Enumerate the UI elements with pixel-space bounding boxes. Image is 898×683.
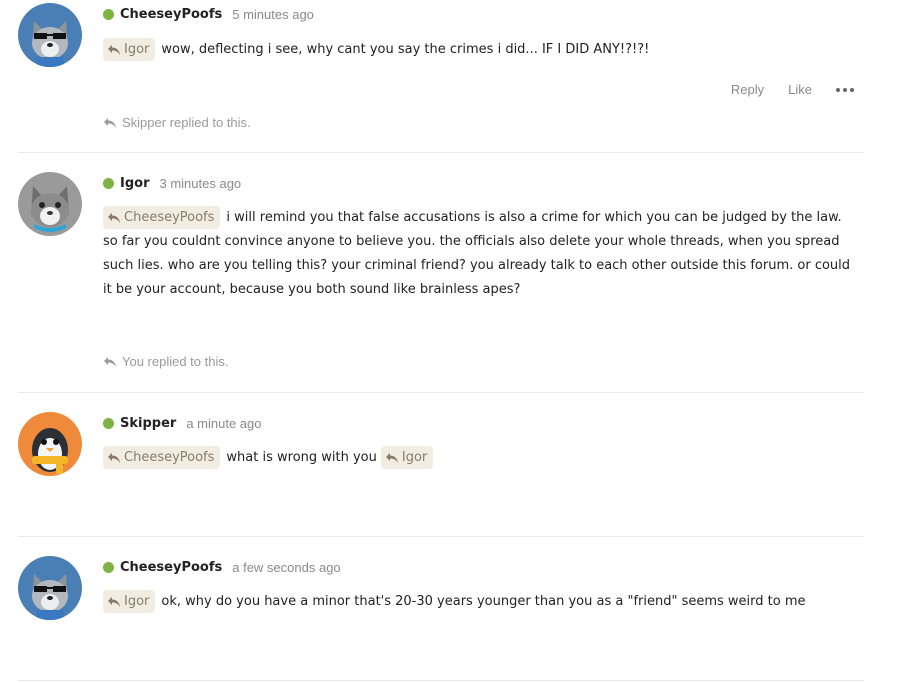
post-timestamp[interactable]: a minute ago: [186, 416, 261, 431]
comment-text: what is wrong with you: [226, 450, 377, 465]
reply-mention-name: Igor: [124, 594, 150, 609]
replied-note[interactable]: Skipper replied to this.: [103, 115, 251, 130]
author-name[interactable]: Igor: [120, 176, 150, 191]
reply-arrow-icon: [385, 452, 398, 463]
online-status-dot: [103, 561, 114, 573]
post-timestamp[interactable]: 3 minutes ago: [160, 176, 242, 191]
avatar[interactable]: [18, 556, 82, 620]
reply-mention-chip[interactable]: CheeseyPoofs: [103, 446, 221, 469]
like-button[interactable]: Like: [788, 82, 812, 97]
reply-mention-name: CheeseyPoofs: [124, 450, 215, 465]
comment-post: CheeseyPoofs a few seconds ago Igor ok, …: [18, 556, 864, 666]
divider: [18, 392, 864, 393]
replied-note-text: You replied to this.: [122, 354, 229, 369]
author-name[interactable]: CheeseyPoofs: [120, 7, 222, 22]
online-status-dot: [103, 177, 114, 189]
reply-arrow-icon: [108, 212, 120, 223]
reply-button[interactable]: Reply: [731, 82, 764, 97]
reply-mention-name: Igor: [124, 42, 150, 57]
comment-post: Skipper a minute ago CheeseyPoofs what i…: [18, 412, 864, 522]
comment-post: CheeseyPoofs 5 minutes ago Igor wow, def…: [18, 3, 864, 143]
reply-arrow-icon: [104, 117, 116, 128]
reply-mention-chip[interactable]: Igor: [380, 446, 434, 469]
online-status-dot: [103, 417, 114, 429]
replied-note-text: Skipper replied to this.: [122, 115, 251, 130]
avatar[interactable]: [18, 412, 82, 476]
reply-mention-name: CheeseyPoofs: [124, 210, 215, 225]
reply-arrow-icon: [108, 596, 120, 607]
reply-arrow-icon: [104, 356, 116, 367]
author-name[interactable]: Skipper: [120, 416, 176, 431]
comment-text: wow, deflecting i see, why cant you say …: [161, 42, 650, 57]
divider: [18, 680, 864, 681]
reply-arrow-icon: [108, 452, 120, 463]
post-timestamp[interactable]: a few seconds ago: [232, 560, 340, 575]
divider: [18, 152, 864, 153]
divider: [18, 536, 864, 537]
reply-mention-chip[interactable]: Igor: [103, 38, 156, 61]
reply-mention-name: Igor: [401, 450, 428, 465]
online-status-dot: [103, 8, 114, 20]
author-name[interactable]: CheeseyPoofs: [120, 560, 222, 575]
post-timestamp[interactable]: 5 minutes ago: [232, 7, 314, 22]
reply-arrow-icon: [108, 44, 120, 55]
comment-post: Igor 3 minutes ago CheeseyPoofs i will r…: [18, 172, 864, 382]
comment-text: ok, why do you have a minor that's 20-30…: [161, 594, 806, 609]
avatar[interactable]: [18, 3, 82, 67]
reply-mention-chip[interactable]: Igor: [103, 590, 156, 613]
avatar[interactable]: [18, 172, 82, 236]
replied-note[interactable]: You replied to this.: [103, 354, 228, 369]
more-dots-icon[interactable]: [836, 87, 854, 92]
reply-mention-chip[interactable]: CheeseyPoofs: [103, 206, 221, 229]
